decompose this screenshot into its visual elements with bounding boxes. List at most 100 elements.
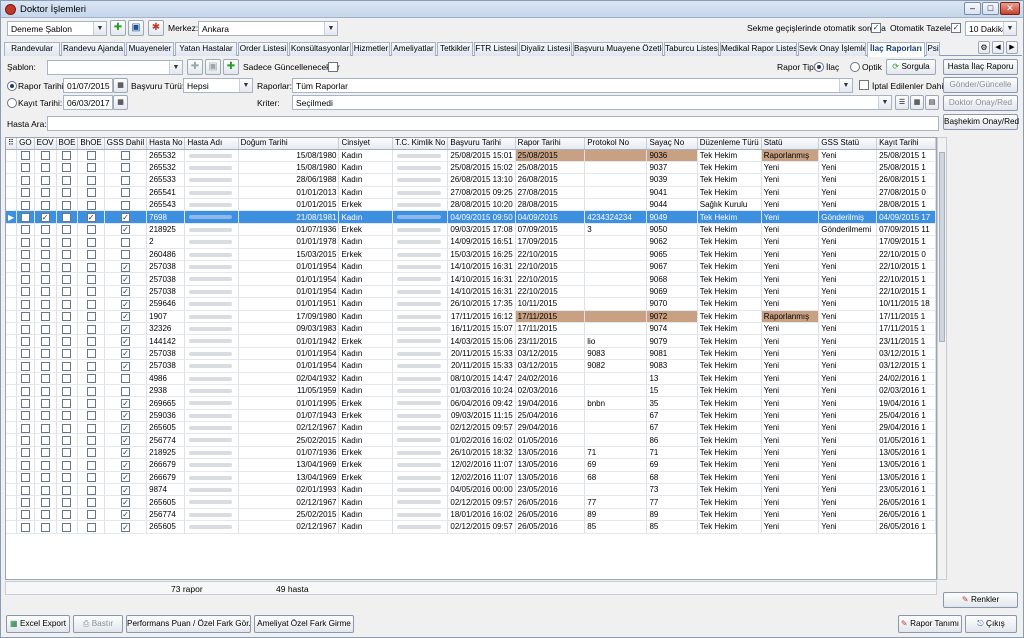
bhoe-cell[interactable] [77, 421, 105, 435]
column-header[interactable]: Rapor Tarihi [515, 138, 586, 150]
row-checkbox[interactable] [86, 237, 96, 247]
optik-radio[interactable] [850, 62, 860, 72]
bhoe-cell[interactable] [77, 149, 105, 162]
eov-cell[interactable] [34, 421, 57, 435]
gss-dahil-cell[interactable]: ✓ [104, 334, 148, 348]
eov-cell[interactable] [34, 471, 57, 485]
boe-cell[interactable] [56, 372, 79, 385]
row-checkbox[interactable]: ✓ [120, 473, 130, 483]
row-checkbox[interactable] [20, 324, 30, 334]
row-checkbox[interactable] [40, 151, 50, 161]
gonder-guncelle-button[interactable]: Gönder/Güncelle [943, 77, 1018, 93]
boe-cell[interactable] [56, 161, 79, 175]
eov-cell[interactable] [34, 322, 57, 336]
boe-cell[interactable] [56, 235, 79, 249]
boe-cell[interactable] [56, 198, 79, 212]
boe-cell[interactable] [56, 210, 79, 224]
table-row[interactable]: ▶ ✓ ✓ ✓ 7698 21/08/1981 Kadın 04/09/2015 09:50 0… [6, 210, 936, 224]
row-checkbox[interactable] [40, 237, 50, 247]
boe-cell[interactable] [56, 186, 79, 200]
table-row[interactable]: ✓ 257038 01/01/1954 Kadın 20/11/2015 15:33 03… [6, 347, 936, 361]
calendar-icon[interactable]: ▦ [113, 95, 128, 110]
row-checkbox[interactable] [20, 522, 30, 532]
go-cell[interactable] [16, 334, 35, 348]
table-row[interactable]: ✓ 257038 01/01/1954 Kadın 14/10/2015 16:31 22… [6, 260, 936, 274]
column-header[interactable]: Protokol No [584, 138, 648, 150]
bhoe-cell[interactable] [77, 235, 105, 249]
table-row[interactable]: ✓ 257038 01/01/1954 Kadın 20/11/2015 15:33 03… [6, 359, 936, 373]
ameliyat-button[interactable]: Ameliyat Özel Fark Girme [254, 615, 354, 633]
row-checkbox[interactable] [20, 151, 30, 161]
row-checkbox[interactable] [62, 336, 72, 346]
row-checkbox[interactable] [86, 374, 96, 384]
go-cell[interactable] [16, 235, 35, 249]
row-checkbox[interactable] [40, 448, 50, 458]
eov-cell[interactable] [34, 520, 57, 534]
row-checkbox[interactable] [40, 250, 50, 260]
table-row[interactable]: ✓ 257038 01/01/1954 Kadın 14/10/2015 16:31 22… [6, 285, 936, 299]
bhoe-cell[interactable] [77, 347, 105, 361]
boe-cell[interactable] [56, 483, 79, 497]
row-checkbox[interactable] [40, 336, 50, 346]
tab-scroll-right-button[interactable]: ▶ [1006, 41, 1018, 54]
tab-5[interactable]: Order Listesi [238, 42, 288, 56]
boe-cell[interactable] [56, 149, 79, 162]
column-header[interactable]: Cinsiyet [338, 138, 394, 150]
row-checkbox[interactable]: ✓ [120, 349, 130, 359]
bhoe-cell[interactable] [77, 446, 105, 460]
row-checkbox[interactable] [40, 262, 50, 272]
reports-grid[interactable]: ⠿ GO EOV BOE BhOE GSS Dahil Hasta No Hasta Adı D… [5, 137, 937, 580]
column-header[interactable]: GSS Statü [818, 138, 878, 150]
go-cell[interactable] [16, 149, 35, 162]
go-cell[interactable] [16, 310, 35, 323]
bhoe-cell[interactable] [77, 272, 105, 286]
eov-cell[interactable] [34, 149, 57, 162]
column-header[interactable]: T.C. Kimlik No [392, 138, 449, 150]
row-checkbox[interactable] [62, 361, 72, 371]
table-row[interactable]: ✓ 9874 02/01/1993 Kadın 04/05/2016 00:00 23/0… [6, 483, 936, 497]
table-row[interactable]: ✓ 259646 01/01/1951 Kadın 26/10/2015 17:35 10… [6, 297, 936, 311]
boe-cell[interactable] [56, 334, 79, 348]
row-checkbox[interactable] [20, 237, 30, 247]
row-checkbox[interactable] [86, 188, 96, 198]
template-select[interactable]: Deneme Şablon ▼ [7, 21, 107, 36]
gss-dahil-cell[interactable] [104, 186, 148, 200]
row-checkbox[interactable] [40, 498, 50, 508]
row-checkbox[interactable] [120, 237, 130, 247]
row-checkbox[interactable] [40, 436, 50, 446]
eov-cell[interactable] [34, 161, 57, 175]
row-checkbox[interactable] [120, 374, 130, 384]
row-checkbox[interactable] [20, 287, 30, 297]
row-checkbox[interactable] [62, 274, 72, 284]
column-header-selector[interactable]: ⠿ [6, 138, 18, 150]
eov-cell[interactable] [34, 372, 57, 385]
row-checkbox[interactable] [62, 151, 72, 161]
row-checkbox[interactable] [86, 361, 96, 371]
table-row[interactable]: 265541 01/01/2013 Kadın 27/08/2015 09:25 27/… [6, 186, 936, 200]
hasta-ara-input[interactable] [47, 116, 939, 131]
row-checkbox[interactable] [120, 386, 130, 396]
kayit-tarihi-radio[interactable] [7, 98, 17, 108]
scrollbar-thumb[interactable] [939, 152, 945, 342]
sablon-select[interactable]: ▼ [47, 60, 183, 75]
tab-2[interactable]: Randevu Ajanda [61, 42, 125, 56]
gss-dahil-cell[interactable]: ✓ [104, 458, 148, 472]
eov-cell[interactable] [34, 186, 57, 200]
row-checkbox[interactable] [62, 237, 72, 247]
bhoe-cell[interactable] [77, 334, 105, 348]
rapor-tanimi-button[interactable]: ✎ Rapor Tanımı [898, 615, 962, 633]
row-checkbox[interactable]: ✓ [120, 336, 130, 346]
table-row[interactable]: ✓ 256774 25/02/2015 Kadın 18/01/2016 16:02 26… [6, 508, 936, 522]
gss-dahil-cell[interactable] [104, 198, 148, 212]
table-row[interactable]: ✓ 218925 01/07/1936 Erkek 26/10/2015 18:32 13… [6, 446, 936, 460]
row-checkbox[interactable]: ✓ [120, 287, 130, 297]
row-checkbox[interactable] [86, 225, 96, 235]
hasta-ilac-raporu-button[interactable]: Hasta İlaç Raporu [943, 59, 1018, 75]
row-checkbox[interactable] [86, 498, 96, 508]
row-checkbox[interactable] [86, 423, 96, 433]
minimize-button[interactable]: – [964, 2, 981, 15]
row-checkbox[interactable] [86, 336, 96, 346]
boe-cell[interactable] [56, 310, 79, 323]
gss-dahil-cell[interactable] [104, 235, 148, 249]
column-header[interactable]: Statü [761, 138, 820, 150]
